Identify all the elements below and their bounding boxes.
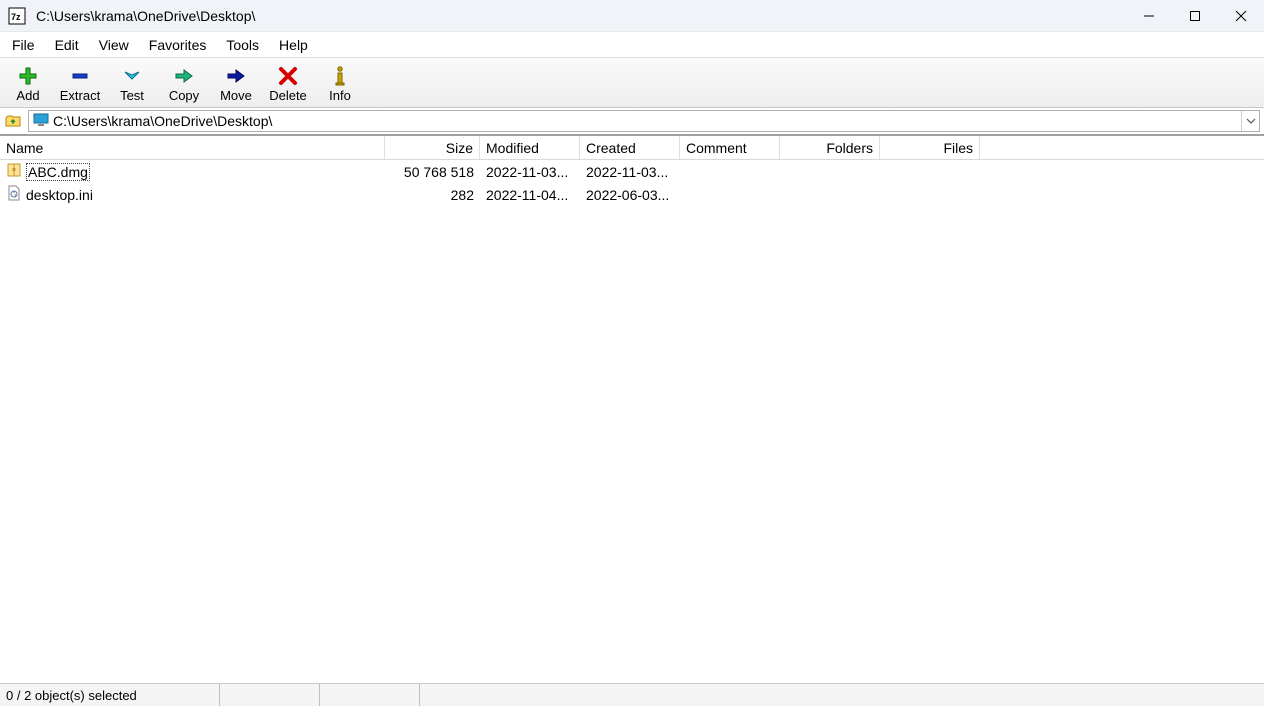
file-size: 50 768 518 xyxy=(385,164,480,180)
test-button[interactable]: Test xyxy=(106,60,158,107)
column-headers: Name Size Modified Created Comment Folde… xyxy=(0,136,1264,160)
file-modified: 2022-11-03... xyxy=(480,164,580,180)
window-controls xyxy=(1126,0,1264,31)
pathbar xyxy=(0,108,1264,136)
file-icon xyxy=(6,162,22,181)
menu-help[interactable]: Help xyxy=(269,32,318,57)
monitor-icon xyxy=(33,113,49,130)
col-created[interactable]: Created xyxy=(580,136,680,159)
file-size: 282 xyxy=(385,187,480,203)
status-panel-2 xyxy=(220,684,320,706)
col-name[interactable]: Name xyxy=(0,136,385,159)
titlebar: 7z C:\Users\krama\OneDrive\Desktop\ xyxy=(0,0,1264,32)
menubar: File Edit View Favorites Tools Help xyxy=(0,32,1264,58)
x-icon xyxy=(276,66,300,86)
info-button[interactable]: Info xyxy=(314,60,366,107)
close-button[interactable] xyxy=(1218,0,1264,31)
add-button[interactable]: Add xyxy=(2,60,54,107)
toolbar: Add Extract Test Copy Move Delete xyxy=(0,58,1264,108)
col-folders[interactable]: Folders xyxy=(780,136,880,159)
status-panel-3 xyxy=(320,684,420,706)
menu-view[interactable]: View xyxy=(89,32,139,57)
file-icon xyxy=(6,185,22,204)
arrow-right-icon xyxy=(224,66,248,86)
chevron-down-icon[interactable] xyxy=(1241,111,1259,131)
info-icon xyxy=(328,66,352,86)
col-comment[interactable]: Comment xyxy=(680,136,780,159)
app-icon: 7z xyxy=(8,7,26,25)
folder-up-icon[interactable] xyxy=(4,112,22,130)
col-files[interactable]: Files xyxy=(880,136,980,159)
status-selection: 0 / 2 object(s) selected xyxy=(0,684,220,706)
menu-favorites[interactable]: Favorites xyxy=(139,32,217,57)
file-name: ABC.dmg xyxy=(26,163,90,181)
extract-button[interactable]: Extract xyxy=(54,60,106,107)
path-combo[interactable] xyxy=(28,110,1260,132)
col-modified[interactable]: Modified xyxy=(480,136,580,159)
menu-tools[interactable]: Tools xyxy=(216,32,269,57)
col-size[interactable]: Size xyxy=(385,136,480,159)
minimize-button[interactable] xyxy=(1126,0,1172,31)
arrow-right-outline-icon xyxy=(172,66,196,86)
file-modified: 2022-11-04... xyxy=(480,187,580,203)
file-row[interactable]: ABC.dmg50 768 5182022-11-03...2022-11-03… xyxy=(0,160,1264,183)
file-name: desktop.ini xyxy=(26,187,93,203)
statusbar: 0 / 2 object(s) selected xyxy=(0,683,1264,706)
svg-text:7z: 7z xyxy=(11,12,21,22)
file-list[interactable]: ABC.dmg50 768 5182022-11-03...2022-11-03… xyxy=(0,160,1264,683)
copy-button[interactable]: Copy xyxy=(158,60,210,107)
window-title: C:\Users\krama\OneDrive\Desktop\ xyxy=(36,8,255,24)
file-created: 2022-11-03... xyxy=(580,164,680,180)
maximize-button[interactable] xyxy=(1172,0,1218,31)
checkmark-icon xyxy=(120,66,144,86)
move-button[interactable]: Move xyxy=(210,60,262,107)
file-created: 2022-06-03... xyxy=(580,187,680,203)
plus-icon xyxy=(16,66,40,86)
minus-icon xyxy=(68,66,92,86)
file-row[interactable]: desktop.ini 2822022-11-04...2022-06-03... xyxy=(0,183,1264,206)
path-input[interactable] xyxy=(49,113,1241,129)
menu-edit[interactable]: Edit xyxy=(45,32,89,57)
menu-file[interactable]: File xyxy=(2,32,45,57)
delete-button[interactable]: Delete xyxy=(262,60,314,107)
